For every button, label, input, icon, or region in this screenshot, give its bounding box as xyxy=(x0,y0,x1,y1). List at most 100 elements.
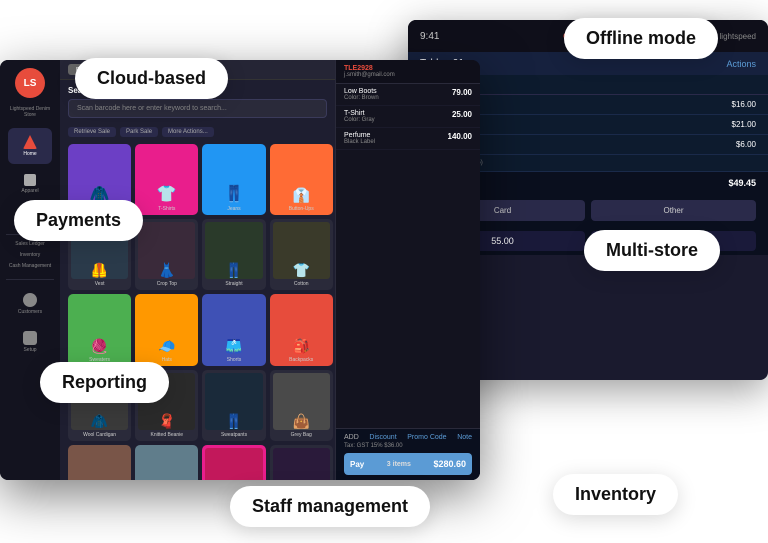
sidebar-item-apparel[interactable]: Apparel xyxy=(8,166,52,202)
item-detail-tshirt: Color: Gray xyxy=(344,117,375,123)
reporting-label: Reporting xyxy=(40,362,169,403)
product-name: Backpacks xyxy=(289,357,313,363)
discount-btn[interactable]: Discount xyxy=(369,434,396,441)
item-price: $21.00 xyxy=(732,120,756,129)
home-label: Home xyxy=(23,151,36,157)
product-cotton[interactable]: 👕 Cotton xyxy=(270,219,333,290)
product-sweaters[interactable]: 🧶 Sweaters xyxy=(68,294,131,365)
product-tshirts[interactable]: 👕 T-Shirts xyxy=(135,144,198,215)
cart-header: TLE2928 j.smith@gmail.com xyxy=(336,60,480,84)
staff-management-label: Staff management xyxy=(230,486,430,527)
product-name: Vest xyxy=(95,281,105,287)
search-input[interactable]: Scan barcode here or enter keyword to se… xyxy=(68,99,327,118)
note-btn[interactable]: Note xyxy=(457,434,472,441)
add-row: ADD Discount Promo Code Note xyxy=(344,434,472,441)
retrieve-sale-btn[interactable]: Retrieve Sale xyxy=(68,127,116,137)
pay-total: $280.60 xyxy=(433,459,466,469)
cart-item-perfume: Perfume Black Label 140.00 xyxy=(336,128,480,150)
grid-icon xyxy=(24,174,36,186)
setup-label: Setup xyxy=(23,347,36,353)
tax-row: Tax: GST 15% $36.00 xyxy=(344,443,472,449)
product-name: Wool Cardigan xyxy=(83,432,116,438)
product-name: Button-Ups xyxy=(289,206,314,212)
product-sweatpants[interactable]: 👖 Sweatpants xyxy=(202,370,265,441)
product-name: Cotton xyxy=(294,281,309,287)
sidebar-item-customers[interactable]: Customers xyxy=(8,286,52,322)
cart-customer-email: j.smith@gmail.com xyxy=(344,72,472,78)
product-fragrance[interactable]: 🧴 Fragrance xyxy=(202,445,265,480)
product-style[interactable]: 👒 Style xyxy=(68,445,131,480)
sidebar-item-setup[interactable]: Setup xyxy=(8,324,52,360)
store-name: Lightspeed Denim Store xyxy=(0,106,60,118)
cart-item-boots: Low Boots Color: Brown 79.00 xyxy=(336,84,480,106)
product-name: Grey Bag xyxy=(291,432,312,438)
product-accessories[interactable]: ⌚ Accessories xyxy=(135,445,198,480)
product-straight[interactable]: 👖 Straight xyxy=(202,219,265,290)
item-price-boots: 79.00 xyxy=(452,88,472,101)
actions-bar: Retrieve Sale Park Sale More Actions... xyxy=(60,124,335,140)
pay-label: Pay xyxy=(350,460,364,469)
tax-amount: $36.00 xyxy=(384,443,402,449)
product-name: Knitted Beanie xyxy=(151,432,184,438)
sales-ledger-nav[interactable]: Sales Ledger xyxy=(15,241,44,247)
product-hats[interactable]: 🧢 Hats xyxy=(135,294,198,365)
cart-item-tshirt: T-Shirt Color: Gray 25.00 xyxy=(336,106,480,128)
item-name-tshirt: T-Shirt xyxy=(344,110,375,117)
more-actions-btn[interactable]: More Actions... xyxy=(162,127,214,137)
cart-customer-id: TLE2928 xyxy=(344,65,472,72)
pay-button[interactable]: Pay 3 items $280.60 xyxy=(344,453,472,475)
customers-label: Customers xyxy=(18,309,42,315)
cloud-based-label: Cloud-based xyxy=(75,58,228,99)
actions-link[interactable]: Actions xyxy=(726,59,756,69)
tax-label: Tax: GST 15% xyxy=(344,443,383,449)
item-name-perfume: Perfume xyxy=(344,132,375,139)
main-pos-screen: LS Lightspeed Denim Store Home Apparel S… xyxy=(0,60,480,480)
multi-store-label: Multi-store xyxy=(584,230,720,271)
other-button[interactable]: Other xyxy=(591,200,756,221)
payments-label: Payments xyxy=(14,200,143,241)
park-sale-btn[interactable]: Park Sale xyxy=(120,127,158,137)
product-greybag[interactable]: 👜 Grey Bag xyxy=(270,370,333,441)
item-price: $16.00 xyxy=(732,100,756,109)
sidebar: LS Lightspeed Denim Store Home Apparel S… xyxy=(0,60,60,480)
cart-items-list: Low Boots Color: Brown 79.00 T-Shirt Col… xyxy=(336,84,480,428)
apparel-label: Apparel xyxy=(21,188,38,194)
pay-items-count: 3 items xyxy=(387,461,411,468)
product-grid: 🧥 Outerwear 👕 T-Shirts 👖 Jeans 👔 xyxy=(60,140,335,480)
item-detail-perfume: Black Label xyxy=(344,139,375,145)
home-icon xyxy=(23,135,37,149)
total-amount: $49.45 xyxy=(728,178,756,188)
product-buttonups[interactable]: 👔 Button-Ups xyxy=(270,144,333,215)
item-price: $6.00 xyxy=(736,140,756,149)
sidebar-logo: LS xyxy=(15,68,45,98)
time-display: 9:41 xyxy=(420,31,439,42)
setup-icon xyxy=(23,331,37,345)
product-handbags[interactable]: 👛 Handbags xyxy=(270,445,333,480)
sidebar-divider-2 xyxy=(6,279,54,280)
product-name: Jeans xyxy=(227,206,240,212)
inventory-label: Inventory xyxy=(553,474,678,515)
add-label: ADD xyxy=(344,434,359,441)
product-shorts[interactable]: 🩳 Shorts xyxy=(202,294,265,365)
product-croptop[interactable]: 👗 Crop Top xyxy=(135,219,198,290)
product-name: Shorts xyxy=(227,357,241,363)
product-name: Sweatpants xyxy=(221,432,247,438)
product-name: Straight xyxy=(225,281,242,287)
offline-mode-label: Offline mode xyxy=(564,18,718,59)
product-name: Hats xyxy=(162,357,172,363)
product-name: T-Shirts xyxy=(158,206,175,212)
product-content: menu ▼ Mains Search for Products Scan ba… xyxy=(60,60,335,480)
product-name: Crop Top xyxy=(157,281,177,287)
promo-code-btn[interactable]: Promo Code xyxy=(407,434,446,441)
product-jeans[interactable]: 👖 Jeans xyxy=(202,144,265,215)
item-name-boots: Low Boots xyxy=(344,88,379,95)
sidebar-item-home[interactable]: Home xyxy=(8,128,52,164)
add-section: ADD Discount Promo Code Note Tax: GST 15… xyxy=(336,428,480,480)
inventory-nav[interactable]: Inventory xyxy=(20,252,41,258)
product-backpacks[interactable]: 🎒 Backpacks xyxy=(270,294,333,365)
item-price-tshirt: 25.00 xyxy=(452,110,472,123)
cart-panel: TLE2928 j.smith@gmail.com Low Boots Colo… xyxy=(335,60,480,480)
cash-management-nav[interactable]: Cash Management xyxy=(9,263,51,269)
item-price-perfume: 140.00 xyxy=(448,132,472,145)
item-detail-boots: Color: Brown xyxy=(344,95,379,101)
